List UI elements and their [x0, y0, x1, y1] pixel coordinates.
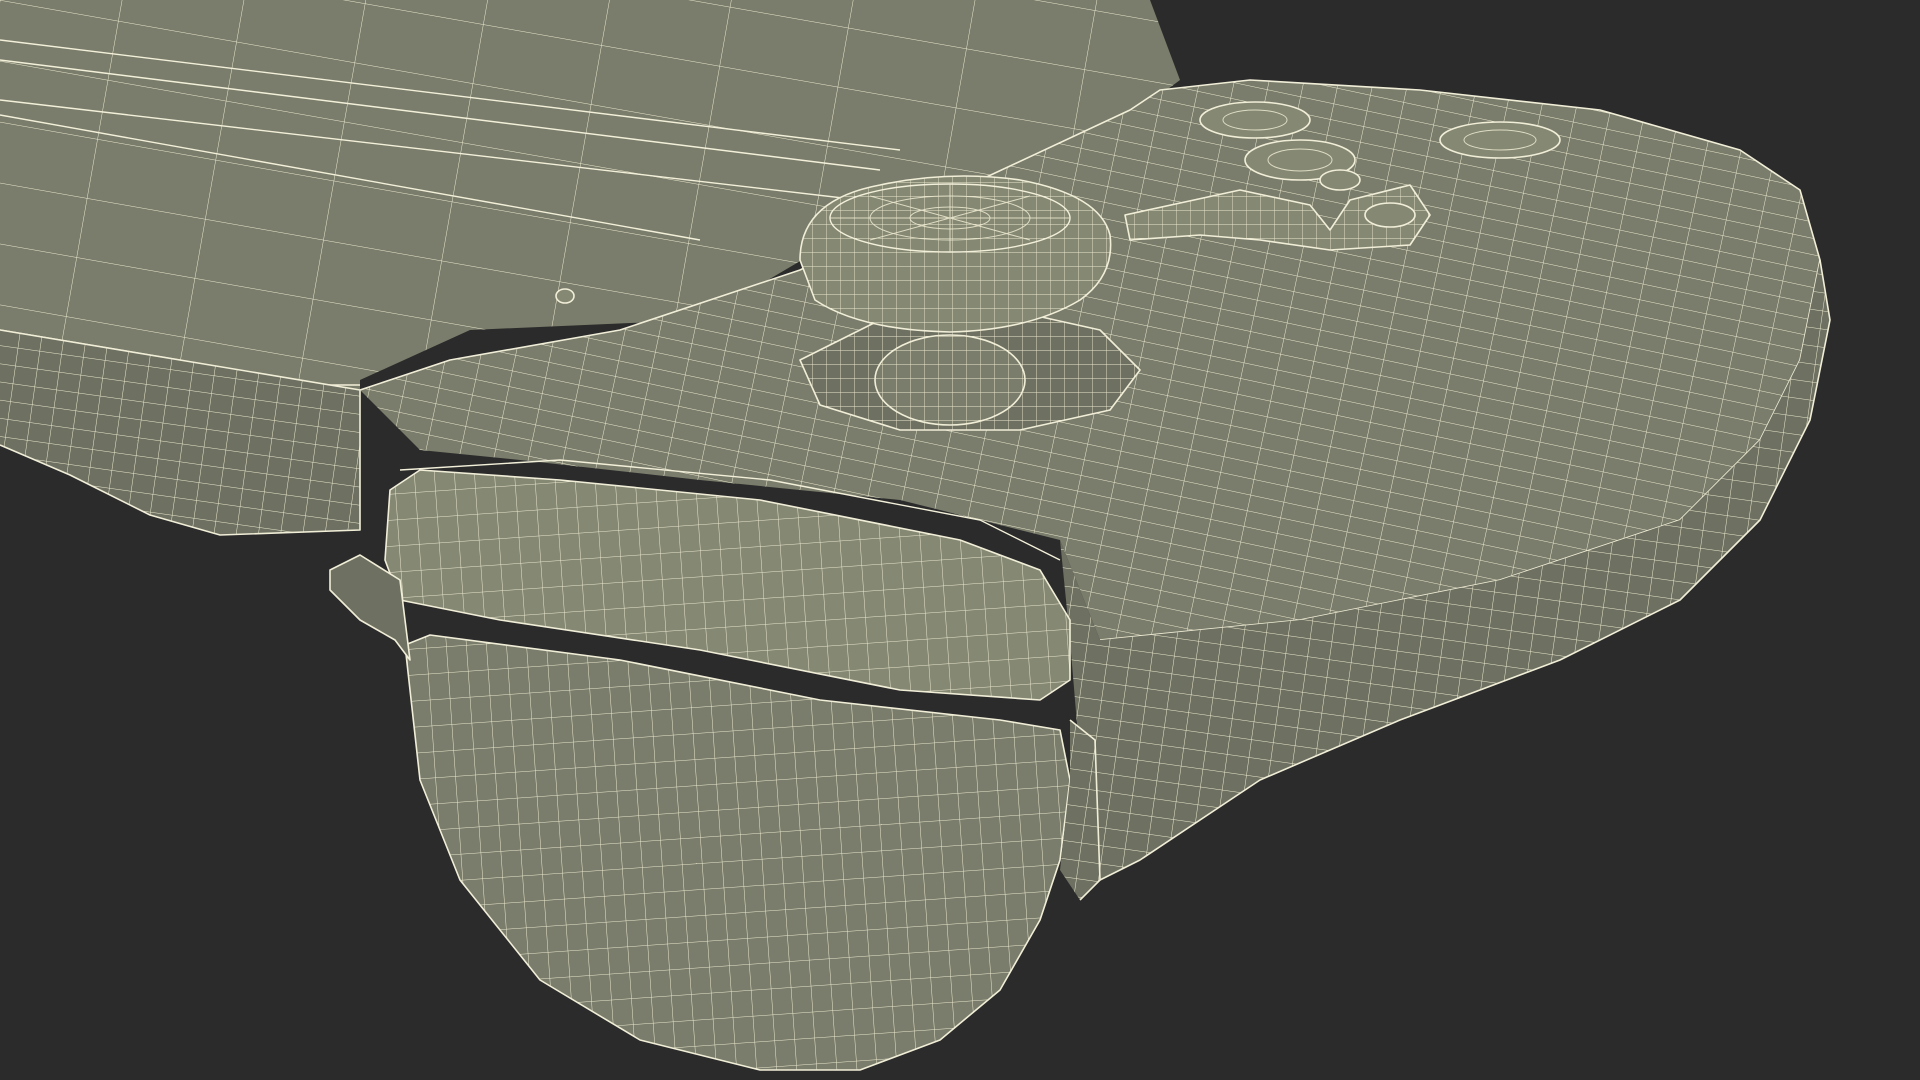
port-bump: [555, 288, 575, 304]
viewport: [0, 0, 1920, 1080]
render-canvas: [0, 0, 1831, 1071]
